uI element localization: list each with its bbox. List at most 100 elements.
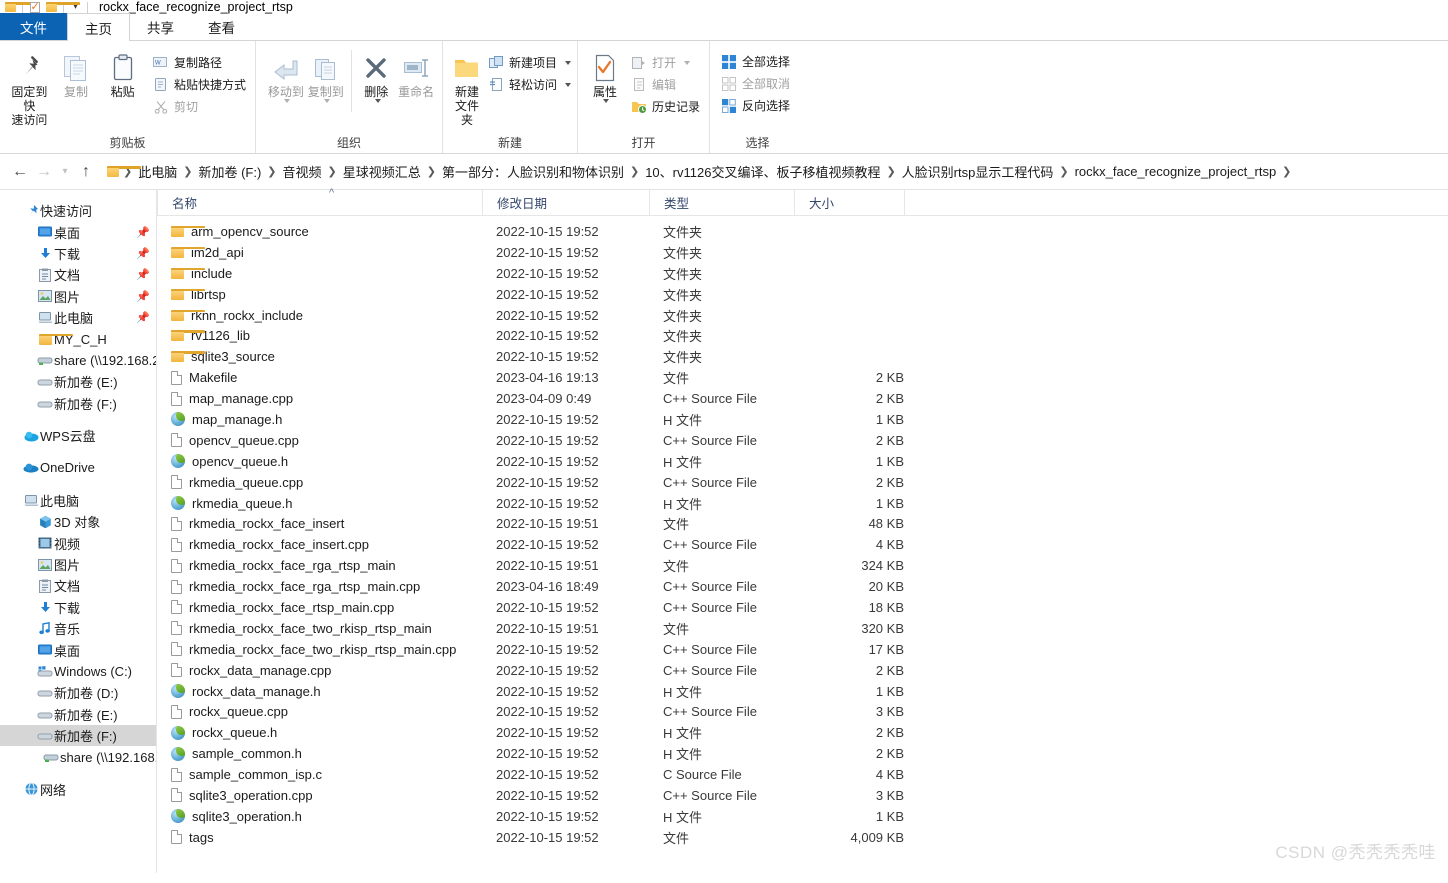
file-name-cell[interactable]: rv1126_lib (157, 328, 482, 343)
table-row[interactable]: rknn_rockx_include 2022-10-15 19:52 文件夹 (157, 305, 1448, 326)
up-arrow-icon[interactable]: ↑ (74, 160, 98, 184)
table-row[interactable]: rkmedia_rockx_face_rga_rtsp_main.cpp 2023… (157, 576, 1448, 597)
new-folder-button[interactable]: 新建 文件夹 (453, 46, 481, 127)
copy-path-button[interactable]: W 复制路径 (150, 52, 249, 73)
tab-file[interactable]: 文件 (0, 13, 67, 40)
back-arrow-icon[interactable]: ← (8, 160, 32, 184)
table-row[interactable]: sample_common_isp.c 2022-10-15 19:52 C Sou… (157, 764, 1448, 785)
table-row[interactable]: rkmedia_rockx_face_rga_rtsp_main 2022-10-… (157, 555, 1448, 576)
copy-to-button[interactable]: 复制到 (306, 46, 346, 103)
sidebar-item-documents-pc[interactable]: 文档 (0, 575, 156, 596)
file-name-cell[interactable]: rkmedia_queue.cpp (157, 475, 482, 490)
column-header-date[interactable]: 修改日期 (482, 189, 649, 216)
file-name-cell[interactable]: arm_opencv_source (157, 224, 482, 239)
breadcrumb-item-7[interactable]: rockx_face_recognize_project_rtsp (1070, 164, 1282, 179)
cut-button[interactable]: 剪切 (150, 96, 249, 117)
file-name-cell[interactable]: map_manage.h (157, 412, 482, 427)
chevron-down-icon[interactable] (565, 60, 572, 65)
table-row[interactable]: include 2022-10-15 19:52 文件夹 (157, 263, 1448, 284)
file-name-cell[interactable]: rkmedia_rockx_face_two_rkisp_rtsp_main.c… (157, 642, 482, 657)
file-name-cell[interactable]: tags (157, 830, 482, 845)
properties-icon[interactable] (26, 0, 43, 14)
file-name-cell[interactable]: rockx_queue.h (157, 725, 482, 740)
rename-button[interactable]: 重命名 (396, 46, 436, 99)
breadcrumb[interactable]: ❯ 此电脑 ❯ 新加卷 (F:) ❯ 音视频 ❯ 星球视频汇总 ❯ 第一部分：人… (98, 160, 1448, 184)
file-name-cell[interactable]: sqlite3_operation.h (157, 809, 482, 824)
edit-button[interactable]: 编辑 (628, 74, 703, 95)
table-row[interactable]: sample_common.h 2022-10-15 19:52 H 文件 2 KB (157, 743, 1448, 764)
table-row[interactable]: rockx_queue.cpp 2022-10-15 19:52 C++ Sourc… (157, 701, 1448, 722)
file-name-cell[interactable]: sqlite3_operation.cpp (157, 788, 482, 803)
sidebar-item-music[interactable]: 音乐 (0, 618, 156, 639)
select-none-button[interactable]: 全部取消 (718, 73, 793, 94)
file-name-cell[interactable]: rockx_queue.cpp (157, 704, 482, 719)
sidebar-item-volume-f-qa[interactable]: 新加卷 (F:) (0, 393, 156, 414)
breadcrumb-item-0[interactable]: 此电脑 (133, 162, 182, 181)
tab-home[interactable]: 主页 (67, 13, 130, 41)
sidebar-item-this-pc-qa[interactable]: 此电脑 📌 (0, 307, 156, 328)
sidebar-item-quick-access[interactable]: 快速访问 (0, 200, 156, 221)
table-row[interactable]: rv1126_lib 2022-10-15 19:52 文件夹 (157, 325, 1448, 346)
file-name-cell[interactable]: sample_common.h (157, 746, 482, 761)
table-row[interactable]: rkmedia_queue.cpp 2022-10-15 19:52 C++ Sou… (157, 472, 1448, 493)
file-name-cell[interactable]: opencv_queue.h (157, 454, 482, 469)
move-to-button[interactable]: 移动到 (266, 46, 306, 103)
paste-button[interactable]: 粘贴 (99, 46, 146, 99)
forward-arrow-icon[interactable]: → (32, 160, 56, 184)
sidebar-item-wps-cloud[interactable]: WPS云盘 (0, 425, 156, 446)
sidebar-item-downloads[interactable]: 下载 📌 (0, 243, 156, 264)
breadcrumb-item-6[interactable]: 人脸识别rtsp显示工程代码 (897, 162, 1059, 181)
sidebar-item-desktop[interactable]: 桌面 📌 (0, 221, 156, 242)
recent-locations-icon[interactable]: ▾ (56, 160, 74, 184)
table-row[interactable]: rkmedia_queue.h 2022-10-15 19:52 H 文件 1 KB (157, 493, 1448, 514)
chevron-down-icon[interactable] (374, 99, 381, 103)
file-name-cell[interactable]: librtsp (157, 287, 482, 302)
sidebar-item-share-qa[interactable]: share (\\192.168.2 (0, 350, 156, 371)
file-name-cell[interactable]: im2d_api (157, 245, 482, 260)
file-name-cell[interactable]: opencv_queue.cpp (157, 433, 482, 448)
table-row[interactable]: rkmedia_rockx_face_rtsp_main.cpp 2022-10-… (157, 597, 1448, 618)
breadcrumb-item-3[interactable]: 星球视频汇总 (338, 162, 426, 181)
pin-icon[interactable]: 📌 (136, 290, 150, 303)
paste-shortcut-button[interactable]: 粘贴快捷方式 (150, 74, 249, 95)
history-button[interactable]: 历史记录 (628, 96, 703, 117)
properties-button[interactable]: 属性 (586, 46, 624, 103)
sidebar-item-videos[interactable]: 视频 (0, 532, 156, 553)
table-row[interactable]: map_manage.h 2022-10-15 19:52 H 文件 1 KB (157, 409, 1448, 430)
table-row[interactable]: librtsp 2022-10-15 19:52 文件夹 (157, 284, 1448, 305)
sidebar-item-onedrive[interactable]: OneDrive (0, 457, 156, 478)
chevron-down-icon[interactable] (565, 82, 572, 87)
sidebar-item-share[interactable]: share (\\192.168.2 (0, 746, 156, 767)
table-row[interactable]: Makefile 2023-04-16 19:13 文件 2 KB (157, 367, 1448, 388)
file-name-cell[interactable]: rkmedia_rockx_face_rtsp_main.cpp (157, 600, 482, 615)
sidebar-item-3d-objects[interactable]: 3D 对象 (0, 511, 156, 532)
file-name-cell[interactable]: sample_common_isp.c (157, 767, 482, 782)
sidebar-item-documents[interactable]: 文档 📌 (0, 264, 156, 285)
file-name-cell[interactable]: rockx_data_manage.cpp (157, 663, 482, 678)
sidebar-item-windows-c[interactable]: Windows (C:) (0, 661, 156, 682)
new-item-button[interactable]: 新建项目 (485, 52, 574, 73)
file-name-cell[interactable]: map_manage.cpp (157, 391, 482, 406)
chevron-down-icon[interactable] (603, 99, 610, 103)
pin-icon[interactable]: 📌 (136, 226, 150, 239)
column-header-type[interactable]: 类型 (649, 189, 794, 216)
table-row[interactable]: rockx_data_manage.h 2022-10-15 19:52 H 文件 1… (157, 681, 1448, 702)
easy-access-button[interactable]: 轻松访问 (485, 74, 574, 95)
table-row[interactable]: im2d_api 2022-10-15 19:52 文件夹 (157, 242, 1448, 263)
delete-button[interactable]: 删除 (356, 46, 396, 103)
invert-selection-button[interactable]: 反向选择 (718, 95, 793, 116)
table-row[interactable]: map_manage.cpp 2023-04-09 0:49 C++ Source … (157, 388, 1448, 409)
navigation-pane[interactable]: 快速访问 桌面 📌 下载 📌 文档 📌 图片 📌 此电脑 📌 MY_C_H sh… (0, 190, 157, 873)
sidebar-item-pictures[interactable]: 图片 📌 (0, 286, 156, 307)
table-row[interactable]: rkmedia_rockx_face_two_rkisp_rtsp_main 20… (157, 618, 1448, 639)
sidebar-item-pictures-pc[interactable]: 图片 (0, 554, 156, 575)
table-row[interactable]: rockx_data_manage.cpp 2022-10-15 19:52 C++… (157, 660, 1448, 681)
chevron-down-icon[interactable] (324, 99, 331, 103)
sidebar-item-volume-e-qa[interactable]: 新加卷 (E:) (0, 371, 156, 392)
pin-icon[interactable]: 📌 (136, 268, 150, 281)
table-row[interactable]: sqlite3_source 2022-10-15 19:52 文件夹 (157, 346, 1448, 367)
pin-icon[interactable]: 📌 (136, 247, 150, 260)
file-name-cell[interactable]: rknn_rockx_include (157, 308, 482, 323)
file-name-cell[interactable]: sqlite3_source (157, 349, 482, 364)
file-name-cell[interactable]: rockx_data_manage.h (157, 684, 482, 699)
